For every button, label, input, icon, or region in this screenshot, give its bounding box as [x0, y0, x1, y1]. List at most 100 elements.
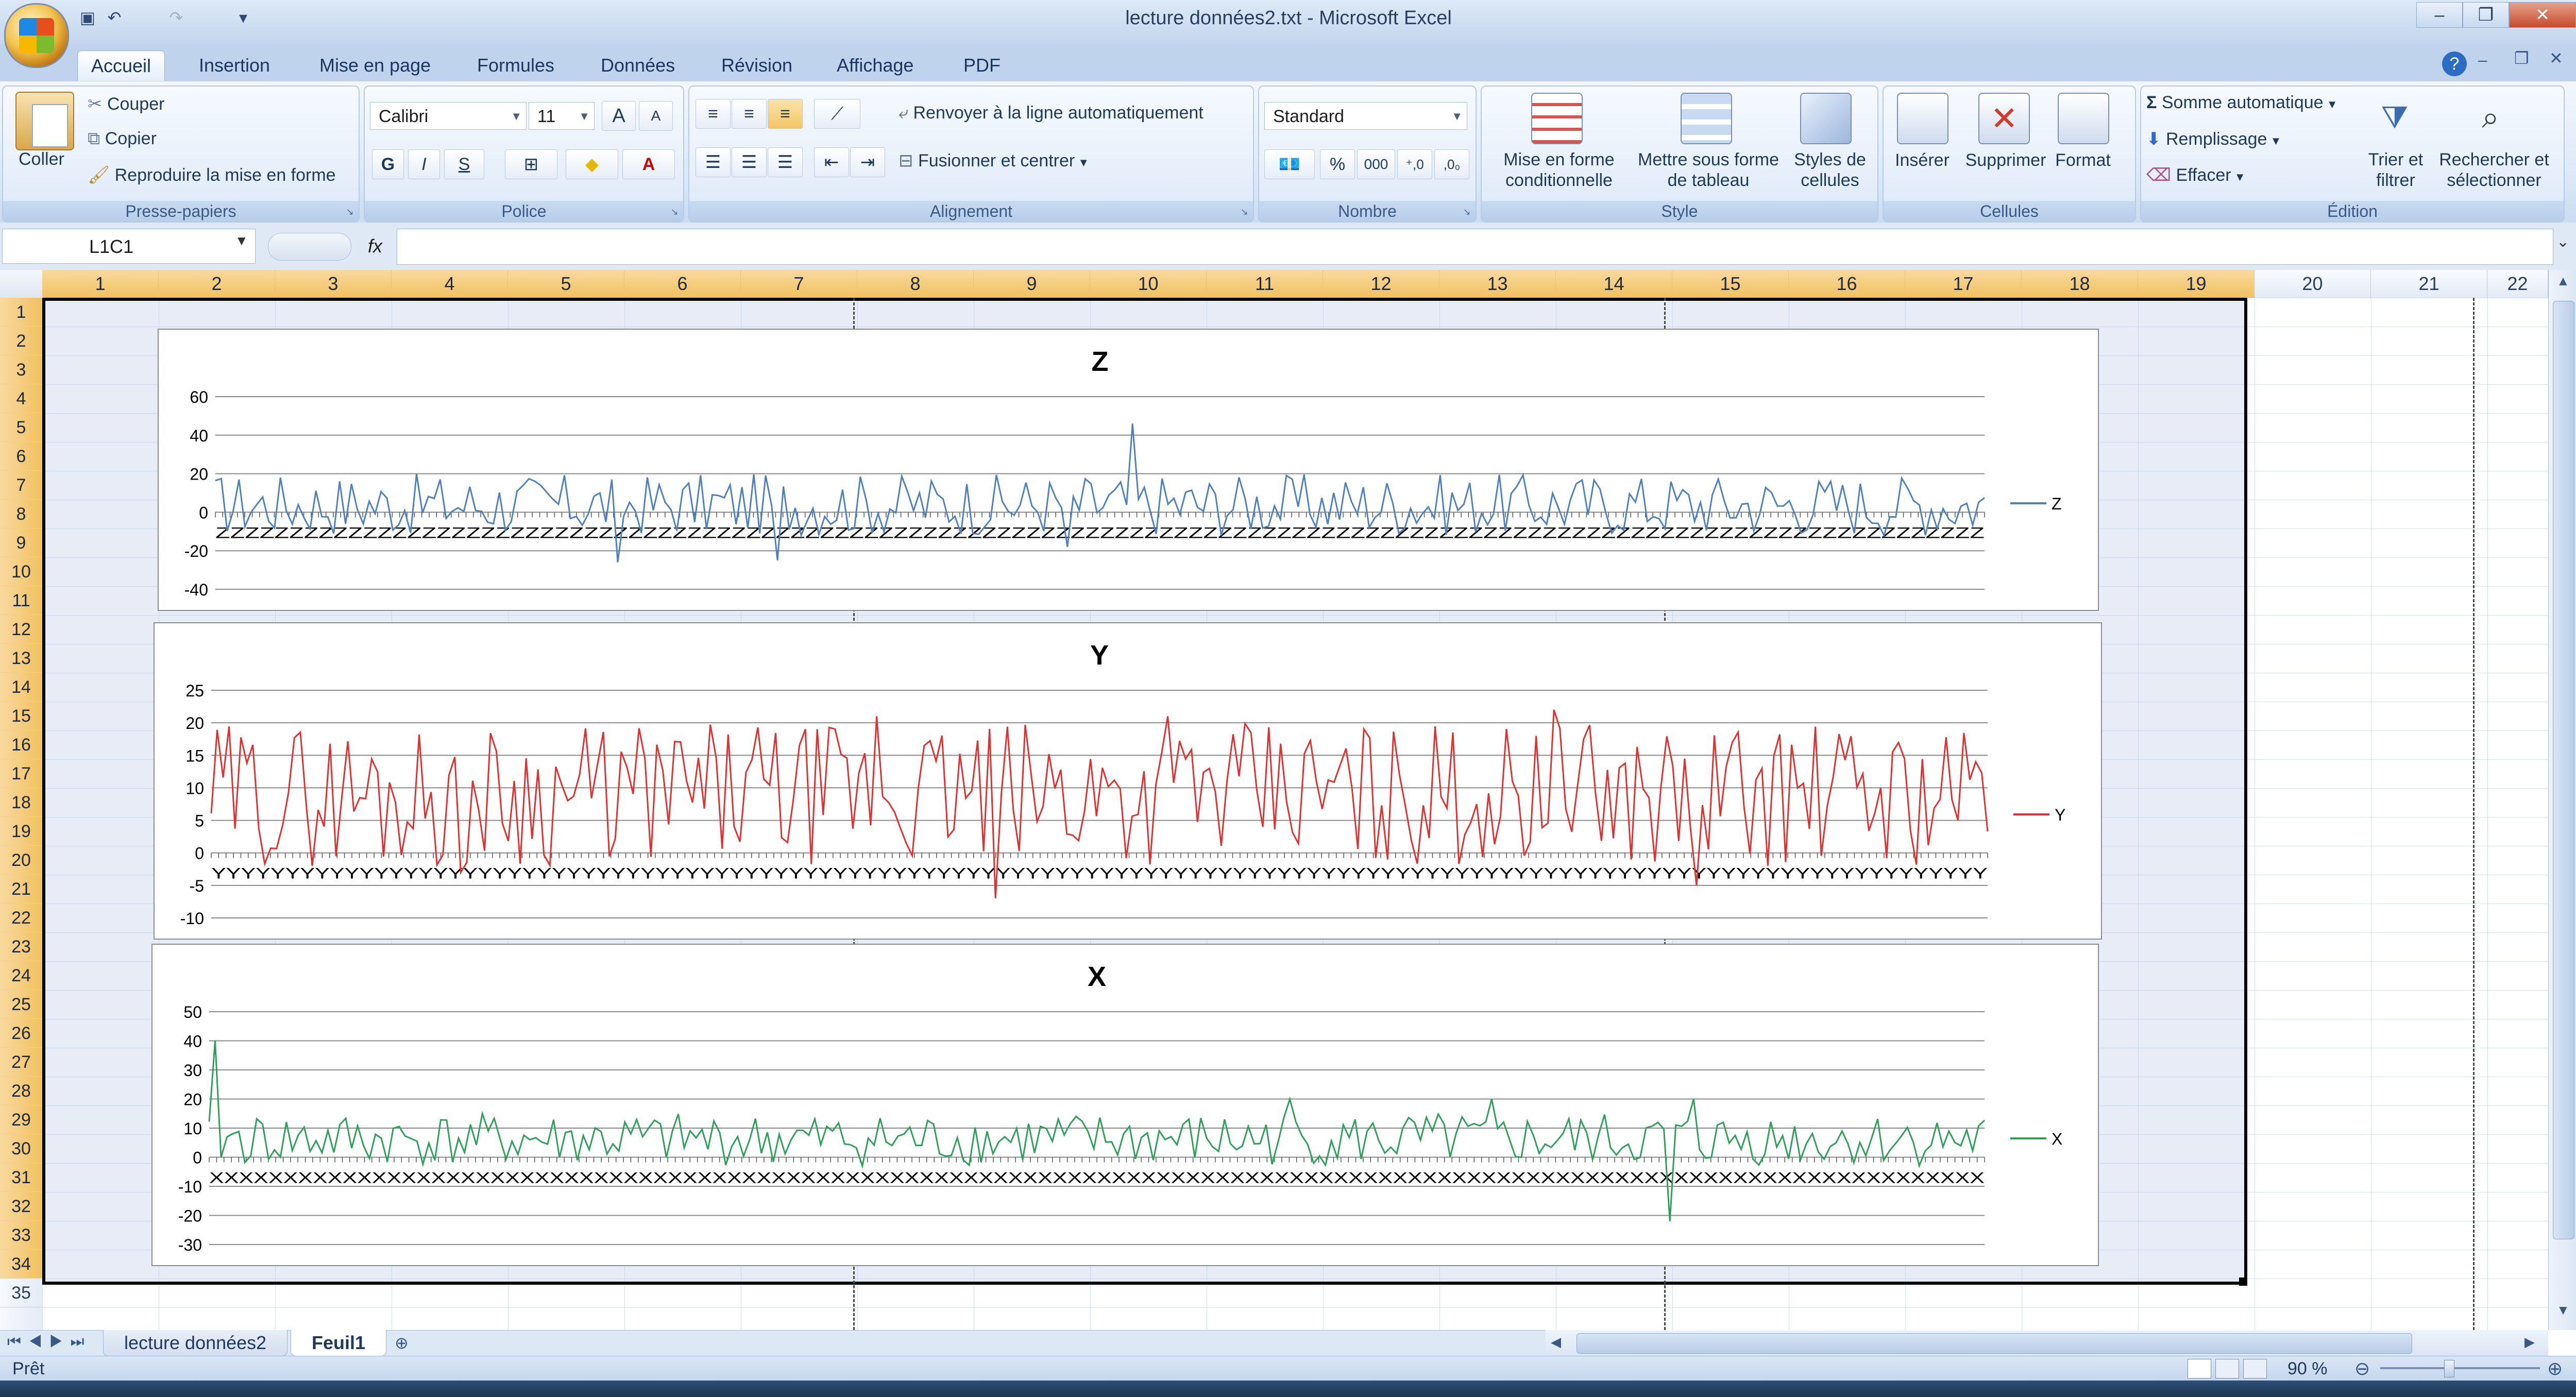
cell-styles-icon[interactable]: [1800, 93, 1852, 144]
tab-accueil[interactable]: Accueil: [77, 50, 165, 81]
row-header[interactable]: 15: [0, 702, 42, 730]
chevron-down-icon[interactable]: ▼: [235, 233, 248, 249]
tab-affichage[interactable]: Affichage: [823, 50, 927, 80]
dialog-launcher-icon[interactable]: ↘: [1461, 206, 1472, 217]
column-header[interactable]: 13: [1439, 270, 1556, 298]
align-left-button[interactable]: ☰: [696, 147, 731, 177]
column-header[interactable]: 1: [42, 270, 159, 298]
column-header[interactable]: 12: [1323, 270, 1439, 298]
redo-icon[interactable]: ↷: [165, 6, 188, 29]
zoom-in-icon[interactable]: ⊕: [2547, 1358, 2563, 1379]
orientation-button[interactable]: ⟋: [814, 99, 860, 129]
increase-decimal-button[interactable]: ⁺,0: [1397, 149, 1432, 179]
column-header[interactable]: 22: [2487, 270, 2548, 298]
font-color-button[interactable]: A: [622, 149, 675, 179]
row-header[interactable]: 24: [0, 961, 42, 990]
vertical-scrollbar[interactable]: ▲ ▼: [2548, 270, 2576, 1330]
insert-cells-icon[interactable]: [1897, 93, 1948, 144]
formula-bar-splitter[interactable]: [268, 233, 351, 261]
sheet-tab-lecture-donnees2[interactable]: lecture données2: [103, 1330, 288, 1356]
ribbon-close-icon[interactable]: ✕: [2549, 48, 2563, 68]
help-icon[interactable]: ?: [2442, 52, 2467, 76]
row-header[interactable]: 20: [0, 846, 42, 875]
chart-x[interactable]: 50 40 30 20 10 0 -10 -20 -30 X XXXXXXXXXXXXXXXXXXX…: [151, 944, 2099, 1266]
column-header[interactable]: 20: [2255, 270, 2371, 298]
ribbon-restore-icon[interactable]: ❐: [2514, 48, 2529, 68]
fill-color-button[interactable]: ◆: [566, 149, 618, 179]
row-header[interactable]: 9: [0, 529, 42, 557]
row-header[interactable]: 5: [0, 413, 42, 442]
scroll-left-icon[interactable]: ◀: [1551, 1334, 1561, 1350]
grow-font-button[interactable]: A: [602, 101, 636, 131]
scroll-down-icon[interactable]: ▼: [2553, 1302, 2573, 1323]
font-size-select[interactable]: 11 ▼: [529, 102, 595, 130]
column-header[interactable]: 14: [1556, 270, 1672, 298]
horizontal-scroll-thumb[interactable]: [1577, 1333, 2412, 1354]
chart-y[interactable]: 25 20 15 10 5 0 -5 -10 Y YYYYYYYYYYYYYYYYYYYYYYYY…: [154, 622, 2102, 940]
normal-view-icon[interactable]: [2188, 1359, 2211, 1378]
column-header[interactable]: 9: [974, 270, 1090, 298]
dialog-launcher-icon[interactable]: ↘: [669, 206, 680, 217]
row-header[interactable]: 21: [0, 875, 42, 904]
clear-button[interactable]: ⌫ Effacer ▼: [2146, 165, 2246, 185]
italic-button[interactable]: I: [408, 149, 440, 179]
row-header[interactable]: 13: [0, 644, 42, 673]
binoculars-icon[interactable]: ⌕: [2466, 93, 2515, 142]
tab-mise-en-page[interactable]: Mise en page: [306, 50, 444, 80]
insert-function-button[interactable]: fx: [355, 229, 395, 264]
row-header[interactable]: 32: [0, 1192, 42, 1221]
row-header[interactable]: 7: [0, 471, 42, 500]
column-header[interactable]: 17: [1905, 270, 2022, 298]
column-header[interactable]: 5: [508, 270, 624, 298]
sort-filter-button[interactable]: Trier et filtrer: [2360, 149, 2432, 191]
merge-center-button[interactable]: ⊟ Fusionner et centrer ▼: [899, 150, 1089, 171]
row-header[interactable]: 3: [0, 355, 42, 384]
delete-cells-icon[interactable]: ✕: [1978, 93, 2030, 144]
paste-button[interactable]: Coller: [19, 149, 64, 169]
column-header[interactable]: 15: [1672, 270, 1789, 298]
format-as-table-button[interactable]: Mettre sous forme de tableau: [1631, 149, 1786, 191]
column-header[interactable]: 19: [2138, 270, 2255, 298]
row-header[interactable]: 2: [0, 327, 42, 355]
tab-donnees[interactable]: Données: [587, 50, 688, 80]
column-header[interactable]: 11: [1207, 270, 1323, 298]
row-header[interactable]: 17: [0, 759, 42, 788]
row-header[interactable]: 31: [0, 1163, 42, 1192]
paste-icon[interactable]: [15, 92, 74, 150]
vertical-scroll-thumb[interactable]: [2553, 301, 2574, 1239]
row-header[interactable]: 35: [0, 1279, 42, 1307]
tab-insertion[interactable]: Insertion: [185, 50, 283, 80]
align-right-button[interactable]: ☰: [768, 147, 803, 177]
ribbon-minimize-icon[interactable]: –: [2478, 50, 2487, 70]
number-format-select[interactable]: Standard ▼: [1264, 102, 1467, 130]
zoom-out-icon[interactable]: ⊖: [2354, 1358, 2370, 1379]
row-header[interactable]: 27: [0, 1048, 42, 1077]
row-header[interactable]: 23: [0, 932, 42, 961]
bold-button[interactable]: G: [372, 149, 404, 179]
row-header[interactable]: 8: [0, 500, 42, 529]
column-header[interactable]: 10: [1090, 270, 1207, 298]
row-header[interactable]: 34: [0, 1250, 42, 1279]
column-header[interactable]: 18: [2022, 270, 2138, 298]
sort-filter-icon[interactable]: ⧩: [2370, 93, 2419, 142]
scroll-up-icon[interactable]: ▲: [2553, 273, 2573, 294]
row-header[interactable]: 30: [0, 1134, 42, 1163]
page-layout-view-icon[interactable]: [2215, 1359, 2239, 1378]
close-button[interactable]: ✕: [2509, 2, 2576, 28]
row-header[interactable]: 22: [0, 904, 42, 932]
row-header[interactable]: 26: [0, 1019, 42, 1048]
sheet-navigation-icons[interactable]: ⏮◀▶⏭: [7, 1333, 92, 1351]
decrease-indent-button[interactable]: ⇤: [814, 147, 849, 177]
conditional-format-button[interactable]: Mise en forme conditionnelle: [1492, 149, 1626, 191]
tab-revision[interactable]: Révision: [708, 50, 806, 80]
formula-input[interactable]: [397, 229, 2553, 265]
column-header[interactable]: 21: [2371, 270, 2487, 298]
row-header[interactable]: 18: [0, 788, 42, 817]
insert-sheet-icon[interactable]: ⊕: [395, 1333, 409, 1353]
dialog-launcher-icon[interactable]: ↘: [344, 206, 355, 217]
fill-handle[interactable]: [2239, 1277, 2247, 1286]
row-header[interactable]: 19: [0, 817, 42, 846]
align-top-button[interactable]: ≡: [696, 99, 731, 129]
dialog-launcher-icon[interactable]: ↘: [1239, 206, 1250, 217]
cell-styles-button[interactable]: Styles de cellules: [1791, 149, 1869, 191]
